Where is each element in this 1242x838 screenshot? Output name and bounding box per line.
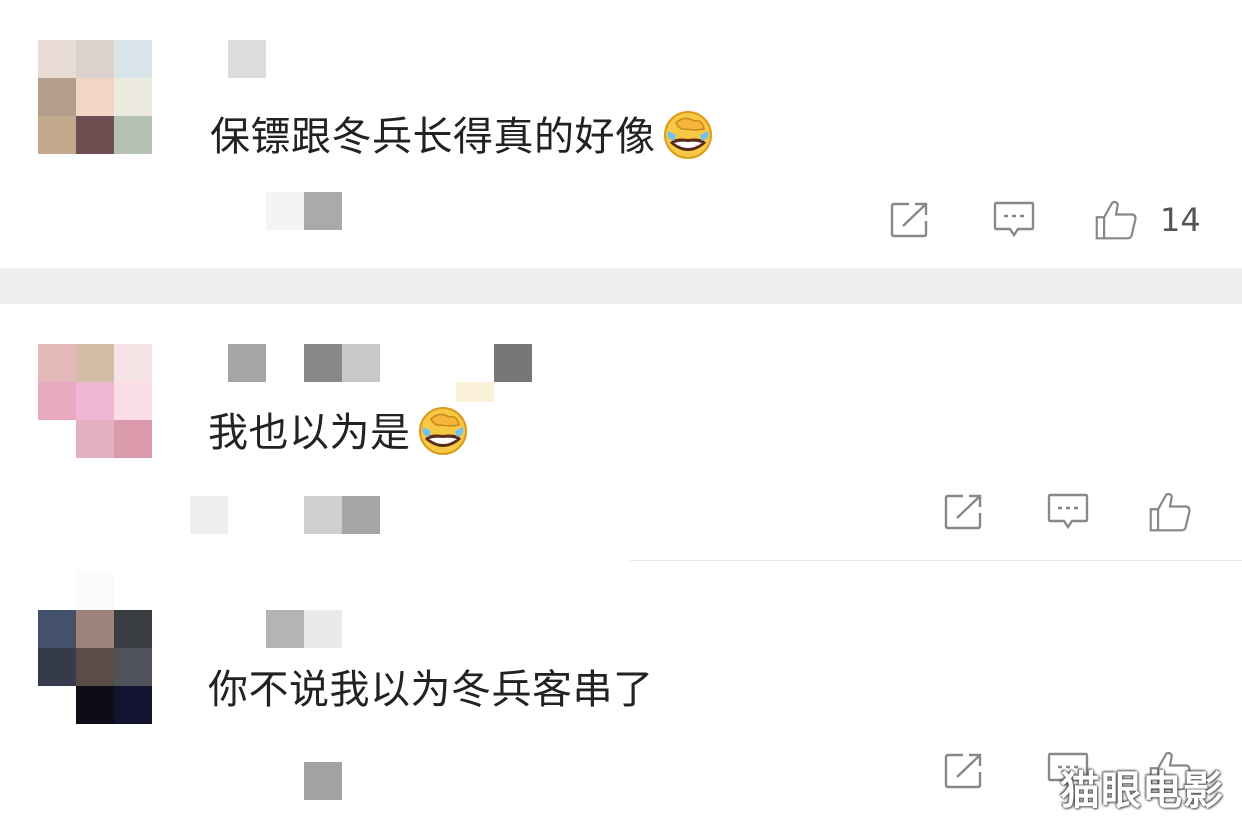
share-button[interactable]	[942, 490, 986, 534]
comment-actions	[940, 490, 1200, 534]
comment-text-content: 你不说我以为冬兵客串了	[208, 667, 654, 713]
comment-item: 你不说我以为冬兵客串了	[0, 561, 1242, 838]
comment-icon	[993, 201, 1035, 238]
avatar-pixel	[38, 686, 76, 724]
share-icon	[944, 753, 982, 789]
avatar-pixel	[114, 344, 152, 382]
comment-item: 保镖跟冬兵长得真的好像 14	[0, 0, 1242, 268]
avatar[interactable]	[38, 610, 152, 724]
username-redacted[interactable]	[228, 344, 534, 382]
avatar-pixel	[38, 116, 76, 154]
thumbs-up-icon	[1095, 200, 1137, 240]
avatar[interactable]	[38, 40, 152, 154]
avatar-pixel	[114, 78, 152, 116]
avatar-pixel	[38, 78, 76, 116]
avatar-pixel	[76, 78, 114, 116]
share-button[interactable]	[888, 198, 932, 242]
avatar-pixel	[38, 382, 76, 420]
username-redacted[interactable]	[228, 40, 268, 78]
avatar-pixel	[76, 686, 114, 724]
avatar-pixel	[38, 648, 76, 686]
reply-button[interactable]	[992, 198, 1036, 242]
comment-text: 保镖跟冬兵长得真的好像	[210, 111, 714, 162]
watermark: 猫眼电影	[1060, 768, 1224, 814]
badge-redacted	[456, 382, 494, 402]
avatar-pixel	[76, 344, 114, 382]
avatar-pixel	[38, 420, 76, 458]
avatar-pixel	[114, 648, 152, 686]
thumbs-up-icon	[1149, 492, 1191, 532]
comment-icon	[1047, 493, 1089, 530]
like-count: 14	[1160, 201, 1201, 239]
share-icon	[944, 494, 982, 530]
avatar-pixel	[114, 382, 152, 420]
share-button[interactable]	[942, 749, 986, 793]
timestamp-redacted	[266, 192, 346, 230]
timestamp-redacted	[190, 496, 382, 534]
section-separator	[0, 268, 1242, 304]
timestamp-redacted	[304, 762, 344, 800]
avatar-pixel	[76, 40, 114, 78]
avatar-pixel	[76, 116, 114, 154]
avatar-edge	[76, 572, 114, 610]
avatar-pixel	[38, 610, 76, 648]
avatar-pixel	[114, 420, 152, 458]
avatar[interactable]	[38, 344, 152, 458]
avatar-pixel	[76, 610, 114, 648]
laughing-crying-emoji-icon	[418, 407, 467, 455]
comment-text-content: 我也以为是	[208, 410, 411, 456]
username-redacted[interactable]	[266, 610, 346, 648]
avatar-pixel	[76, 648, 114, 686]
avatar-pixel	[114, 40, 152, 78]
avatar-pixel	[76, 420, 114, 458]
comment-item: 我也以为是	[0, 304, 1242, 560]
avatar-pixel	[114, 116, 152, 154]
comment-actions: 14	[886, 198, 1206, 242]
avatar-pixel	[38, 344, 76, 382]
reply-button[interactable]	[1046, 490, 1090, 534]
comment-text: 你不说我以为冬兵客串了	[208, 665, 654, 715]
like-button[interactable]	[1148, 490, 1192, 534]
comment-text-content: 保镖跟冬兵长得真的好像	[210, 114, 656, 160]
avatar-pixel	[114, 610, 152, 648]
like-button[interactable]	[1094, 198, 1138, 242]
share-icon	[890, 202, 928, 238]
avatar-pixel	[76, 382, 114, 420]
avatar-pixel	[38, 40, 76, 78]
comment-text: 我也以为是	[208, 407, 469, 458]
laughing-crying-emoji-icon	[663, 111, 712, 159]
avatar-pixel	[114, 686, 152, 724]
